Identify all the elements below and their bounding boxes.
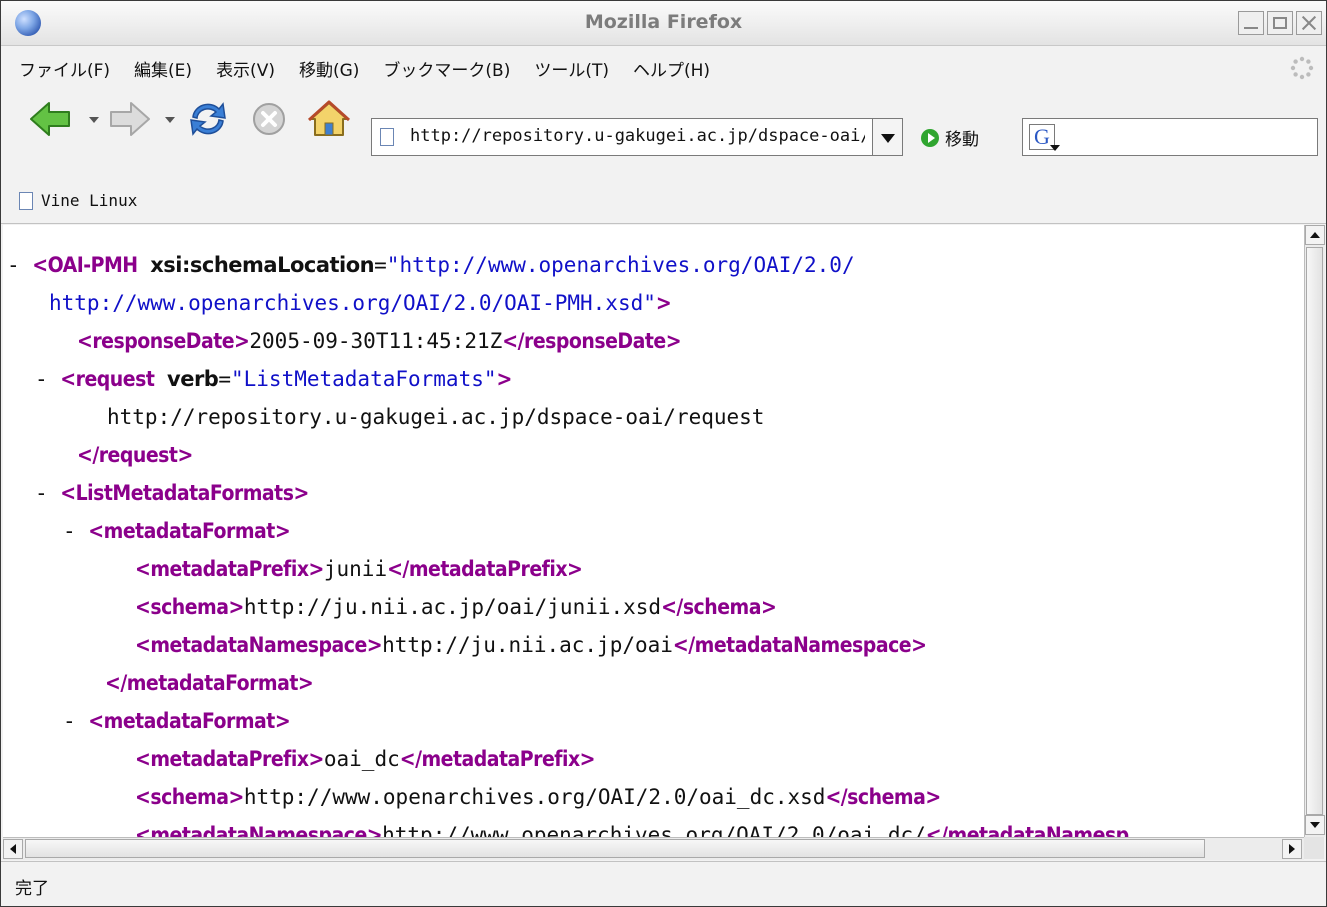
bookmark-page-icon bbox=[19, 191, 33, 210]
collapse-toggle[interactable]: - bbox=[35, 367, 60, 391]
status-text: 完了 bbox=[15, 879, 49, 899]
vertical-scroll-thumb[interactable] bbox=[1306, 247, 1323, 815]
menu-view[interactable]: 表示(V) bbox=[216, 56, 275, 81]
menu-go[interactable]: 移動(G) bbox=[299, 56, 359, 81]
xml-line-prefix-1: <metadataPrefix>junii</metadataPrefix> bbox=[135, 557, 583, 581]
collapse-toggle[interactable]: - bbox=[63, 709, 88, 733]
menu-tools[interactable]: ツール(T) bbox=[534, 56, 609, 81]
xml-line-oai-pmh: - <OAI-PMH xsi:schemaLocation="http://ww… bbox=[7, 253, 855, 277]
stop-icon[interactable] bbox=[249, 99, 289, 139]
xml-line-namespace-1: <metadataNamespace>http://ju.nii.ac.jp/o… bbox=[135, 633, 927, 657]
xml-line-metadata-format-2: - <metadataFormat> bbox=[63, 709, 291, 733]
throbber-icon bbox=[1290, 56, 1314, 80]
home-icon[interactable] bbox=[307, 99, 351, 139]
status-bar: 完了 bbox=[1, 861, 1326, 906]
xml-line-metadata-format-1: - <metadataFormat> bbox=[63, 519, 291, 543]
horizontal-scroll-thumb[interactable] bbox=[25, 839, 1205, 858]
scroll-left-icon[interactable] bbox=[3, 839, 23, 859]
scrollbar-corner bbox=[1304, 837, 1324, 859]
xml-line-list-metadata-formats: - <ListMetadataFormats> bbox=[35, 481, 309, 505]
bookmark-label: Vine Linux bbox=[41, 191, 138, 210]
menu-help[interactable]: ヘルプ(H) bbox=[633, 56, 710, 81]
bookmarks-toolbar: Vine Linux bbox=[1, 179, 1326, 224]
go-button[interactable]: 移動 bbox=[921, 125, 979, 150]
menu-file[interactable]: ファイル(F) bbox=[19, 56, 110, 81]
title-bar: Mozilla Firefox bbox=[1, 1, 1326, 46]
collapse-toggle[interactable]: - bbox=[7, 253, 32, 277]
horizontal-scrollbar[interactable] bbox=[3, 837, 1304, 860]
scroll-up-icon[interactable] bbox=[1305, 225, 1325, 245]
scroll-down-icon[interactable] bbox=[1305, 815, 1325, 835]
xml-line-metadata-format-1-close: </metadataFormat> bbox=[105, 671, 314, 695]
url-history-dropdown-icon[interactable] bbox=[873, 118, 903, 156]
xml-line-schema-1: <schema>http://ju.nii.ac.jp/oai/junii.xs… bbox=[135, 595, 777, 619]
back-dropdown-icon[interactable] bbox=[89, 117, 99, 123]
forward-icon[interactable] bbox=[107, 99, 151, 139]
bookmark-vine-linux[interactable]: Vine Linux bbox=[19, 191, 137, 210]
xml-line-request-open: - <request verb="ListMetadataFormats"> bbox=[35, 367, 512, 391]
menu-bar: ファイル(F) 編集(E) 表示(V) 移動(G) ブックマーク(B) ツール(… bbox=[1, 46, 1326, 90]
window-title: Mozilla Firefox bbox=[584, 11, 743, 33]
go-arrow-icon bbox=[921, 128, 939, 147]
xml-line-schema-location-cont: http://www.openarchives.org/OAI/2.0/OAI-… bbox=[49, 291, 672, 315]
search-input[interactable]: G bbox=[1022, 118, 1318, 156]
xml-line-request-text: http://repository.u-gakugei.ac.jp/dspace… bbox=[107, 405, 765, 429]
window-controls bbox=[1238, 11, 1322, 35]
page-icon bbox=[380, 128, 394, 146]
maximize-icon[interactable] bbox=[1267, 11, 1293, 35]
xml-line-namespace-2: <metadataNamespace>http://www.openarchiv… bbox=[135, 823, 1129, 837]
url-text[interactable]: http://repository.u-gakugei.ac.jp/dspace… bbox=[410, 126, 865, 146]
minimize-icon[interactable] bbox=[1238, 11, 1264, 35]
url-input[interactable]: http://repository.u-gakugei.ac.jp/dspace… bbox=[371, 118, 873, 156]
xml-content: - <OAI-PMH xsi:schemaLocation="http://ww… bbox=[3, 225, 1304, 837]
go-label: 移動 bbox=[945, 130, 979, 150]
vertical-scrollbar[interactable] bbox=[1304, 225, 1325, 837]
google-engine-icon[interactable]: G bbox=[1029, 124, 1060, 151]
collapse-toggle[interactable]: - bbox=[63, 519, 88, 543]
browser-window: Mozilla Firefox ファイル(F) 編集(E) 表示(V) 移動(G… bbox=[0, 0, 1327, 907]
xml-line-request-close: </request> bbox=[77, 443, 193, 467]
xml-line-response-date: <responseDate>2005-09-30T11:45:21Z</resp… bbox=[77, 329, 682, 353]
forward-dropdown-icon[interactable] bbox=[165, 117, 175, 123]
xml-line-schema-2: <schema>http://www.openarchives.org/OAI/… bbox=[135, 785, 941, 809]
xml-line-prefix-2: <metadataPrefix>oai_dc</metadataPrefix> bbox=[135, 747, 596, 771]
reload-icon[interactable] bbox=[187, 99, 229, 139]
scroll-right-icon[interactable] bbox=[1282, 839, 1302, 859]
menu-bookmarks[interactable]: ブックマーク(B) bbox=[383, 56, 510, 81]
close-icon[interactable] bbox=[1296, 11, 1322, 35]
menu-edit[interactable]: 編集(E) bbox=[134, 56, 192, 81]
collapse-toggle[interactable]: - bbox=[35, 481, 60, 505]
back-icon[interactable] bbox=[29, 99, 73, 139]
